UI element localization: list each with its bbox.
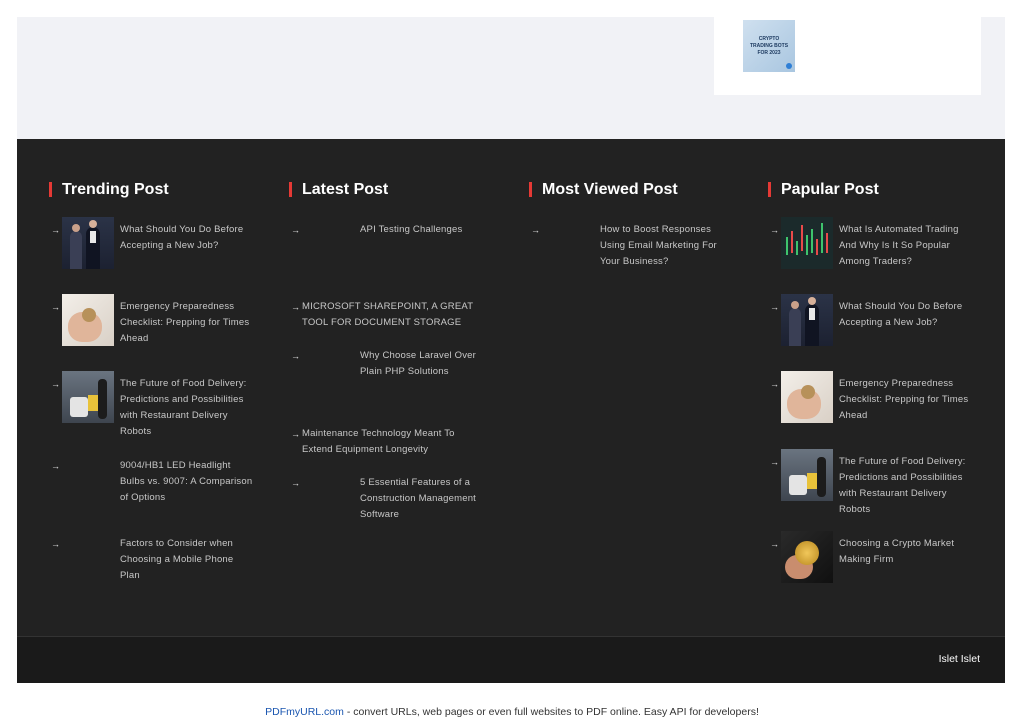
badge-icon — [786, 63, 792, 69]
post-link[interactable]: API Testing Challenges — [360, 222, 495, 238]
arrow-right-icon: → — [291, 302, 300, 312]
post-link[interactable]: Maintenance Technology Meant To Extend E… — [302, 426, 482, 458]
arrow-right-icon: → — [51, 302, 60, 312]
arrow-right-icon: → — [291, 429, 300, 439]
pdfmyurl-link[interactable]: PDFmyURL.com — [265, 706, 344, 718]
arrow-right-icon: → — [770, 457, 779, 467]
arrow-right-icon: → — [770, 379, 779, 389]
arrow-right-icon: → — [531, 225, 540, 235]
trending-post-title: Trending Post — [49, 181, 169, 199]
trading-chart-thumbnail[interactable] — [781, 217, 833, 269]
pdf-note-text: - convert URLs, web pages or even full w… — [343, 706, 759, 718]
arrow-right-icon: → — [51, 379, 60, 389]
post-link[interactable]: What Should You Do Before Accepting a Ne… — [120, 222, 255, 254]
arrow-right-icon: → — [291, 225, 300, 235]
post-link[interactable]: The Future of Food Delivery: Predictions… — [839, 454, 974, 518]
gold-coin-thumbnail[interactable] — [781, 531, 833, 583]
post-link[interactable]: Why Choose Laravel Over Plain PHP Soluti… — [360, 348, 495, 380]
page-frame: CRYPTO TRADING BOTS FOR 2023 Trending Po… — [17, 17, 1005, 683]
post-link[interactable]: 9004/HB1 LED Headlight Bulbs vs. 9007: A… — [120, 458, 255, 506]
post-link[interactable]: Choosing a Crypto Market Making Firm — [839, 536, 974, 568]
post-link[interactable]: How to Boost Responses Using Email Marke… — [600, 222, 735, 270]
thumbnail-text: CRYPTO TRADING BOTS FOR 2023 — [749, 35, 789, 56]
arrow-right-icon: → — [291, 351, 300, 361]
arrow-right-icon: → — [51, 539, 60, 549]
delivery-robot-thumbnail[interactable] — [781, 449, 833, 501]
post-link[interactable]: Factors to Consider when Choosing a Mobi… — [120, 536, 255, 584]
delivery-robot-thumbnail[interactable] — [62, 371, 114, 423]
papular-post-title: Papular Post — [768, 181, 879, 199]
post-link[interactable]: Emergency Preparedness Checklist: Preppi… — [120, 299, 255, 347]
footer-widgets: Trending Post → What Should You Do Befor… — [17, 139, 1005, 636]
crypto-bots-thumbnail[interactable]: CRYPTO TRADING BOTS FOR 2023 — [743, 20, 795, 72]
most-viewed-post-title: Most Viewed Post — [529, 181, 678, 199]
site-bottom-bar: Islet Islet — [17, 636, 1005, 683]
latest-post-title: Latest Post — [289, 181, 388, 199]
content-area: CRYPTO TRADING BOTS FOR 2023 — [17, 17, 1005, 139]
arrow-right-icon: → — [770, 225, 779, 235]
post-link[interactable]: 5 Essential Features of a Construction M… — [360, 475, 495, 523]
sidebar-widget: CRYPTO TRADING BOTS FOR 2023 — [714, 17, 981, 95]
post-link[interactable]: The Future of Food Delivery: Predictions… — [120, 376, 255, 440]
hand-coin-thumbnail[interactable] — [781, 371, 833, 423]
arrow-right-icon: → — [770, 539, 779, 549]
arrow-right-icon: → — [51, 461, 60, 471]
post-link[interactable]: What Should You Do Before Accepting a Ne… — [839, 299, 974, 331]
job-interview-thumbnail[interactable] — [781, 294, 833, 346]
post-link[interactable]: MICROSOFT SHAREPOINT, A GREAT TOOL FOR D… — [302, 299, 482, 331]
arrow-right-icon: → — [51, 225, 60, 235]
arrow-right-icon: → — [291, 478, 300, 488]
hand-coin-thumbnail[interactable] — [62, 294, 114, 346]
site-brand-link[interactable]: Islet Islet — [939, 651, 980, 667]
post-link[interactable]: What Is Automated Trading And Why Is It … — [839, 222, 974, 270]
pdf-footer-note: PDFmyURL.com - convert URLs, web pages o… — [0, 705, 1024, 719]
arrow-right-icon: → — [770, 302, 779, 312]
post-link[interactable]: Emergency Preparedness Checklist: Preppi… — [839, 376, 974, 424]
job-interview-thumbnail[interactable] — [62, 217, 114, 269]
